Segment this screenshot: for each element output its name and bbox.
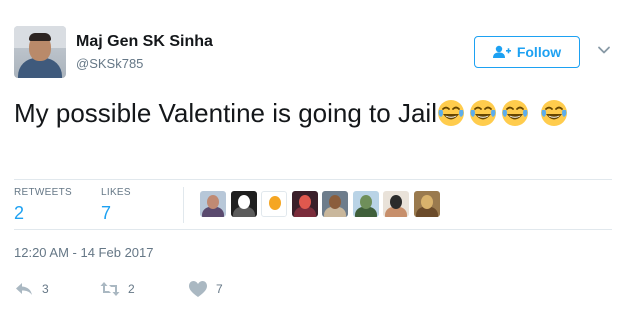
like-button[interactable]: 7 [188,280,223,298]
tears-of-joy-emoji-icon [437,100,464,126]
chevron-down-icon[interactable] [596,42,612,58]
author-handle[interactable]: @SKSk785 [76,56,143,71]
liker-avatar[interactable] [322,191,348,217]
like-count: 7 [216,282,223,296]
add-user-icon [492,45,511,58]
liker-avatar[interactable] [230,191,257,217]
avatar[interactable] [14,26,66,78]
retweets-count: 2 [14,203,25,223]
reply-icon [16,283,32,295]
stats-separator [183,187,184,223]
liker-avatar[interactable] [291,191,318,217]
tears-of-joy-emoji-icon [501,100,528,126]
retweets-stat[interactable]: RETWEETS 2 [14,187,72,224]
likes-label: LIKES [101,187,131,198]
heart-icon [189,281,207,297]
retweet-count: 2 [128,282,135,296]
liker-avatar[interactable] [200,191,226,217]
retweet-button[interactable]: 2 [100,280,135,298]
emoji-row [437,98,568,128]
follow-button[interactable]: Follow [474,36,580,68]
likes-stat[interactable]: LIKES 7 [101,187,131,224]
author-name[interactable]: Maj Gen SK Sinha [76,33,213,51]
liker-avatar[interactable] [352,191,379,217]
reply-button[interactable]: 3 [14,280,49,298]
tweet-card: Maj Gen SK Sinha @SKSk785 Follow My poss… [0,0,624,326]
divider [14,229,612,230]
divider [14,179,612,180]
tweet-timestamp[interactable]: 12:20 AM - 14 Feb 2017 [14,245,153,260]
tweet-text: My possible Valentine is going to Jail [14,96,610,130]
follow-button-label: Follow [516,44,562,60]
retweet-icon [100,282,120,296]
liker-avatar[interactable] [383,191,409,217]
tears-of-joy-emoji-icon [541,100,568,126]
reply-count: 3 [42,282,49,296]
tweet-text-content: My possible Valentine is going to Jail [14,98,437,128]
likes-count: 7 [101,203,112,223]
liker-avatar[interactable] [413,191,440,217]
tears-of-joy-emoji-icon [469,100,496,126]
liker-avatar[interactable] [261,191,287,217]
retweets-label: RETWEETS [14,187,72,198]
